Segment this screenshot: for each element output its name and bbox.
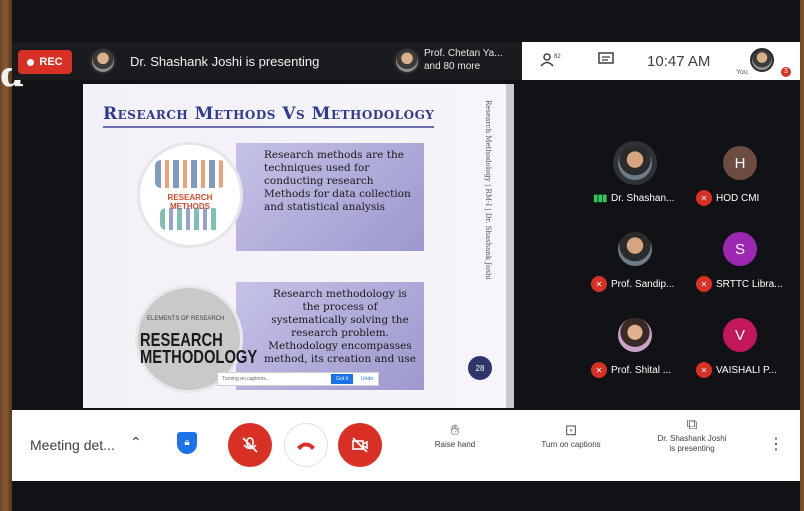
shield-icon[interactable]: 🔒︎ <box>177 432 197 454</box>
presenter-avatar <box>90 48 116 74</box>
svg-text:82: 82 <box>554 54 561 60</box>
participant-tile[interactable]: ▮▮▮ Dr. Shashan... <box>583 126 683 214</box>
present-screen-icon: ⧉ <box>686 416 698 433</box>
toast-undo-link[interactable]: Undo <box>356 376 378 382</box>
notification-badge: 3 <box>781 67 791 77</box>
participant-name: Prof. Shital ... <box>611 365 672 376</box>
captions-label: Turn on captions <box>541 440 601 449</box>
chat-icon[interactable] <box>598 52 614 71</box>
hang-up-icon <box>297 442 315 450</box>
mic-off-icon: ✕ <box>591 362 607 378</box>
more-options-icon[interactable]: ⋮ <box>768 434 784 454</box>
participant-name: Prof. Sandip... <box>611 279 675 290</box>
mic-off-icon <box>242 437 258 453</box>
presenting-line1: Dr. Shashank Joshi <box>657 434 727 443</box>
you-label: You <box>736 69 748 76</box>
captions-icon: ⊡ <box>564 422 578 439</box>
participant-tile[interactable]: H ✕ HOD CMI <box>688 126 788 214</box>
participant-avatar: H <box>723 146 757 180</box>
hand-icon: ✋︎ <box>450 422 460 439</box>
presenting-text: Dr. Shashank Joshi is presenting <box>130 54 320 69</box>
recording-badge: REC <box>18 50 72 74</box>
presenting-line2: is presenting <box>669 444 715 453</box>
participant-avatar: V <box>723 318 757 352</box>
toast-got-it-button[interactable]: Got it <box>331 374 354 384</box>
participant-name: Dr. Shashan... <box>611 193 675 204</box>
methods-description-box: Research methods are the techniques used… <box>236 143 424 251</box>
participant-avatar: S <box>723 232 757 266</box>
participant-avatar <box>618 318 652 352</box>
participant-tile[interactable]: S ✕ SRTTC Libra... <box>688 212 788 300</box>
raise-hand-button[interactable]: ✋︎ Raise hand <box>422 422 488 450</box>
toast-text: Turning on captions... <box>222 376 270 382</box>
mic-off-icon: ✕ <box>696 362 712 378</box>
others-line1: Prof. Chetan Ya... <box>424 48 503 59</box>
end-call-button[interactable] <box>284 423 328 467</box>
methods-illustration-lower <box>160 208 220 230</box>
mic-off-icon: ✕ <box>696 190 712 206</box>
participant-name: VAISHALI P... <box>716 365 777 376</box>
participant-avatar <box>618 146 652 180</box>
chevron-up-icon[interactable]: ⌃ <box>130 434 142 451</box>
research-methodology-label: RESEARCH METHODOLOGY <box>140 330 258 367</box>
mic-off-icon: ✕ <box>696 276 712 292</box>
participant-tile[interactable]: ✕ Prof. Sandip... <box>583 212 683 300</box>
raise-hand-label: Raise hand <box>434 440 476 449</box>
present-now-button[interactable]: ⧉ Dr. Shashank Joshi is presenting <box>644 416 740 454</box>
camera-off-icon <box>352 437 368 453</box>
captions-toast: Turning on captions... Got it Undo <box>217 372 379 386</box>
speaking-icon: ▮▮▮ <box>593 193 607 204</box>
slide-title: Research Methods Vs Methodology <box>103 104 435 128</box>
self-avatar[interactable] <box>750 48 774 72</box>
methods-illustration <box>155 160 225 188</box>
clock: 10:47 AM <box>647 53 711 70</box>
captions-button[interactable]: ⊡ Turn on captions <box>526 422 616 450</box>
participant-avatar <box>618 232 652 266</box>
methodology-small-text: ELEMENTS OF RESEARCH <box>147 316 225 322</box>
participants-summary-text: Prof. Chetan Ya... and 80 more <box>424 47 503 73</box>
participant-tile[interactable]: ✕ Prof. Shital ... <box>583 298 683 386</box>
camera-toggle-button[interactable] <box>338 423 382 467</box>
participant-name: HOD CMI <box>716 193 760 204</box>
people-icon[interactable]: 82 <box>540 52 562 72</box>
participant-name: SRTTC Libra... <box>716 279 783 290</box>
mic-off-icon: ✕ <box>591 276 607 292</box>
participant-avatar <box>394 48 420 74</box>
others-line2: and 80 more <box>424 61 481 72</box>
mic-toggle-button[interactable] <box>228 423 272 467</box>
rec-label: REC <box>39 56 63 68</box>
participant-tile[interactable]: V ✕ VAISHALI P... <box>688 298 788 386</box>
slide-side-text: Research Methodology | RM-I | Dr. Shasha… <box>484 100 492 280</box>
record-dot-icon <box>27 58 35 66</box>
slide-page-number: 28 <box>468 356 492 380</box>
meeting-details-button[interactable]: Meeting det... <box>30 437 115 453</box>
